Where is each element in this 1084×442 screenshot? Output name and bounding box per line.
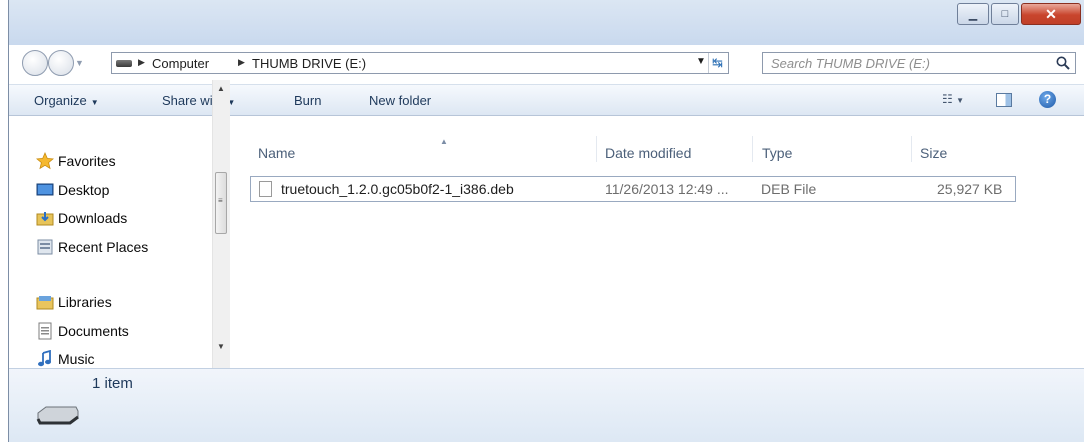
scroll-thumb[interactable]: ≡ <box>215 172 227 234</box>
grip-icon: ≡ <box>218 196 223 205</box>
libraries-icon <box>36 296 54 310</box>
change-view-button[interactable]: ☷ ▼ <box>942 92 964 106</box>
details-pane: 1 item <box>8 368 1084 442</box>
minimize-icon: ▁ <box>968 8 978 21</box>
file-row[interactable]: truetouch_1.2.0.gc05b0f2-1_i386.deb 11/2… <box>250 176 1016 202</box>
address-bar[interactable]: ▶ Computer ▶ THUMB DRIVE (E:) ▼ ↹ <box>111 52 729 74</box>
desktop-icon <box>36 183 54 196</box>
explorer-window: ▁ □ ✕ ▼ ▶ Computer ▶ THUMB DRIVE (E:) ▼ … <box>8 0 1084 442</box>
back-button[interactable] <box>22 50 48 76</box>
column-header-type[interactable]: Type <box>762 145 792 161</box>
maximize-button[interactable]: □ <box>991 3 1019 25</box>
nav-label: Documents <box>58 323 129 339</box>
downloads-folder-icon <box>36 212 54 226</box>
refresh-icon[interactable]: ↹ <box>712 55 723 71</box>
breadcrumb-drive[interactable]: THUMB DRIVE (E:) <box>252 56 366 71</box>
maximize-icon: □ <box>1001 8 1009 20</box>
chevron-right-icon[interactable]: ▶ <box>238 57 245 68</box>
nav-label: Favorites <box>58 153 116 169</box>
navigation-scrollbar[interactable]: ▲ ≡ ▼ <box>212 80 230 370</box>
column-header-date-modified[interactable]: Date modified <box>605 145 691 161</box>
minimize-button[interactable]: ▁ <box>957 3 989 25</box>
preview-pane-icon[interactable] <box>996 93 1012 107</box>
recent-pages-dropdown[interactable]: ▼ <box>75 58 84 68</box>
usb-drive-icon <box>36 406 79 425</box>
nav-item-recent-places[interactable]: Recent Places <box>36 238 236 262</box>
nav-item-libraries[interactable]: Libraries <box>36 293 236 317</box>
documents-icon <box>38 322 52 340</box>
divider[interactable] <box>596 136 597 162</box>
new-folder-button[interactable]: New folder <box>369 93 431 108</box>
file-icon <box>259 181 272 197</box>
scroll-up-icon[interactable]: ▲ <box>217 84 225 93</box>
star-icon <box>36 152 54 170</box>
address-dropdown-icon[interactable]: ▼ <box>696 56 706 67</box>
file-date-modified: 11/26/2013 12:49 ... <box>605 181 729 197</box>
file-name: truetouch_1.2.0.gc05b0f2-1_i386.deb <box>281 181 514 197</box>
nav-label: Libraries <box>58 294 112 310</box>
sort-ascending-icon: ▲ <box>440 137 448 146</box>
nav-label: Music <box>58 351 95 367</box>
dropdown-arrow-icon: ▼ <box>90 98 99 107</box>
scroll-down-icon[interactable]: ▼ <box>217 342 225 351</box>
music-icon <box>38 350 51 367</box>
divider[interactable] <box>911 136 912 162</box>
nav-item-documents[interactable]: Documents <box>36 322 236 346</box>
nav-label: Desktop <box>58 182 110 198</box>
views-icon: ☷ <box>942 92 953 106</box>
burn-button[interactable]: Burn <box>294 93 321 108</box>
column-header-size[interactable]: Size <box>920 145 947 161</box>
column-header-name[interactable]: Name <box>258 145 295 161</box>
nav-item-downloads[interactable]: Downloads <box>36 209 236 233</box>
search-box[interactable]: Search THUMB DRIVE (E:) <box>762 52 1076 74</box>
file-type: DEB File <box>761 181 817 197</box>
close-icon: ✕ <box>1045 5 1057 22</box>
command-bar: Organize ▼ Share with ▼ Burn New folder ☷ … <box>8 84 1084 116</box>
forward-button[interactable] <box>48 50 74 76</box>
close-button[interactable]: ✕ <box>1021 3 1081 25</box>
search-input[interactable]: Search THUMB DRIVE (E:) <box>771 56 930 71</box>
nav-item-desktop[interactable]: Desktop <box>36 181 236 205</box>
recent-places-icon <box>37 239 53 255</box>
item-count: 1 item <box>92 375 133 392</box>
chevron-right-icon[interactable]: ▶ <box>138 57 145 68</box>
breadcrumb-computer[interactable]: Computer <box>152 56 209 71</box>
drive-icon <box>116 60 132 67</box>
organize-label: Organize <box>34 93 87 108</box>
navigation-pane: Favorites Desktop Downloads Recent Place… <box>8 116 226 368</box>
help-icon[interactable]: ? <box>1039 91 1056 108</box>
nav-label: Recent Places <box>58 239 149 255</box>
search-icon[interactable] <box>1055 55 1071 71</box>
file-size: 25,927 KB <box>937 181 1003 197</box>
dropdown-arrow-icon: ▼ <box>956 96 965 105</box>
nav-item-favorites[interactable]: Favorites <box>36 152 236 176</box>
nav-label: Downloads <box>58 210 128 226</box>
organize-button[interactable]: Organize ▼ <box>34 93 99 108</box>
divider <box>708 53 709 73</box>
title-bar <box>8 0 1084 45</box>
divider[interactable] <box>752 136 753 162</box>
